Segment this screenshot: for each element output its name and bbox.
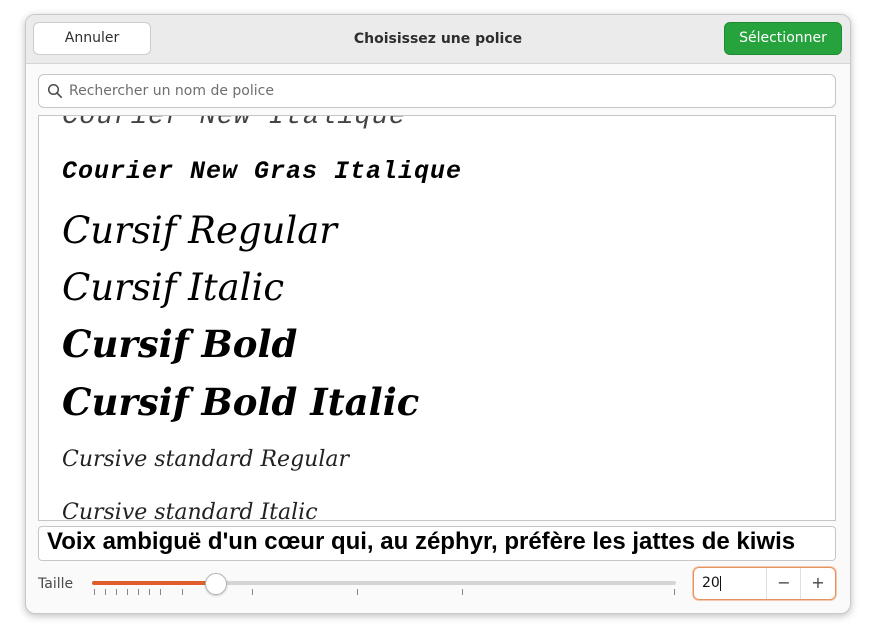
size-label: Taille <box>38 576 74 592</box>
header-bar: Annuler Choisissez une police Sélectionn… <box>26 15 850 64</box>
slider-fill <box>92 581 215 585</box>
slider-tick <box>105 589 106 595</box>
font-item-cursive-standard-regular[interactable]: Cursive standard Regular <box>62 447 349 472</box>
slider-tick <box>357 589 358 595</box>
cancel-button[interactable]: Annuler <box>33 22 151 55</box>
slider-tick <box>462 589 463 595</box>
font-item-cursif-italic[interactable]: Cursif Italic <box>62 266 284 309</box>
font-item-cursif-bold[interactable]: Cursif Bold <box>62 322 297 366</box>
slider-tick <box>160 589 161 595</box>
slider-tick <box>138 589 139 595</box>
size-value-input[interactable]: 20 <box>702 568 762 599</box>
preview-entry[interactable]: Voix ambiguë d'un cœur qui, au zéphyr, p… <box>38 526 836 561</box>
font-chooser-dialog: Annuler Choisissez une police Sélectionn… <box>25 14 851 614</box>
slider-tick <box>94 589 95 595</box>
size-spin-button[interactable]: 20 − + <box>693 567 836 600</box>
search-input[interactable] <box>69 75 819 107</box>
font-item-courier-new-gras-italique[interactable]: Courier New Gras Italique <box>62 157 462 186</box>
font-item-cursif-regular[interactable]: Cursif Regular <box>62 209 337 252</box>
font-item-cursif-bold-italic[interactable]: Cursif Bold Italic <box>62 380 419 424</box>
font-item-cursive-standard-italic[interactable]: Cursive standard Italic <box>62 500 318 520</box>
slider-tick <box>127 589 128 595</box>
size-slider[interactable] <box>92 571 676 601</box>
search-field[interactable] <box>38 74 836 108</box>
font-list[interactable]: Courier New Italique Courier New Gras It… <box>38 115 836 521</box>
slider-tick <box>252 589 253 595</box>
slider-tick <box>116 589 117 595</box>
slider-tick <box>674 589 675 595</box>
decrease-size-button[interactable]: − <box>766 568 801 599</box>
select-button[interactable]: Sélectionner <box>724 22 842 55</box>
slider-thumb[interactable] <box>205 573 227 595</box>
preview-text: Voix ambiguë d'un cœur qui, au zéphyr, p… <box>47 528 796 555</box>
slider-tick <box>182 589 183 595</box>
slider-tick <box>149 589 150 595</box>
search-icon <box>47 83 62 98</box>
increase-size-button[interactable]: + <box>800 568 835 599</box>
font-item-courier-new-italique[interactable]: Courier New Italique <box>62 116 406 132</box>
